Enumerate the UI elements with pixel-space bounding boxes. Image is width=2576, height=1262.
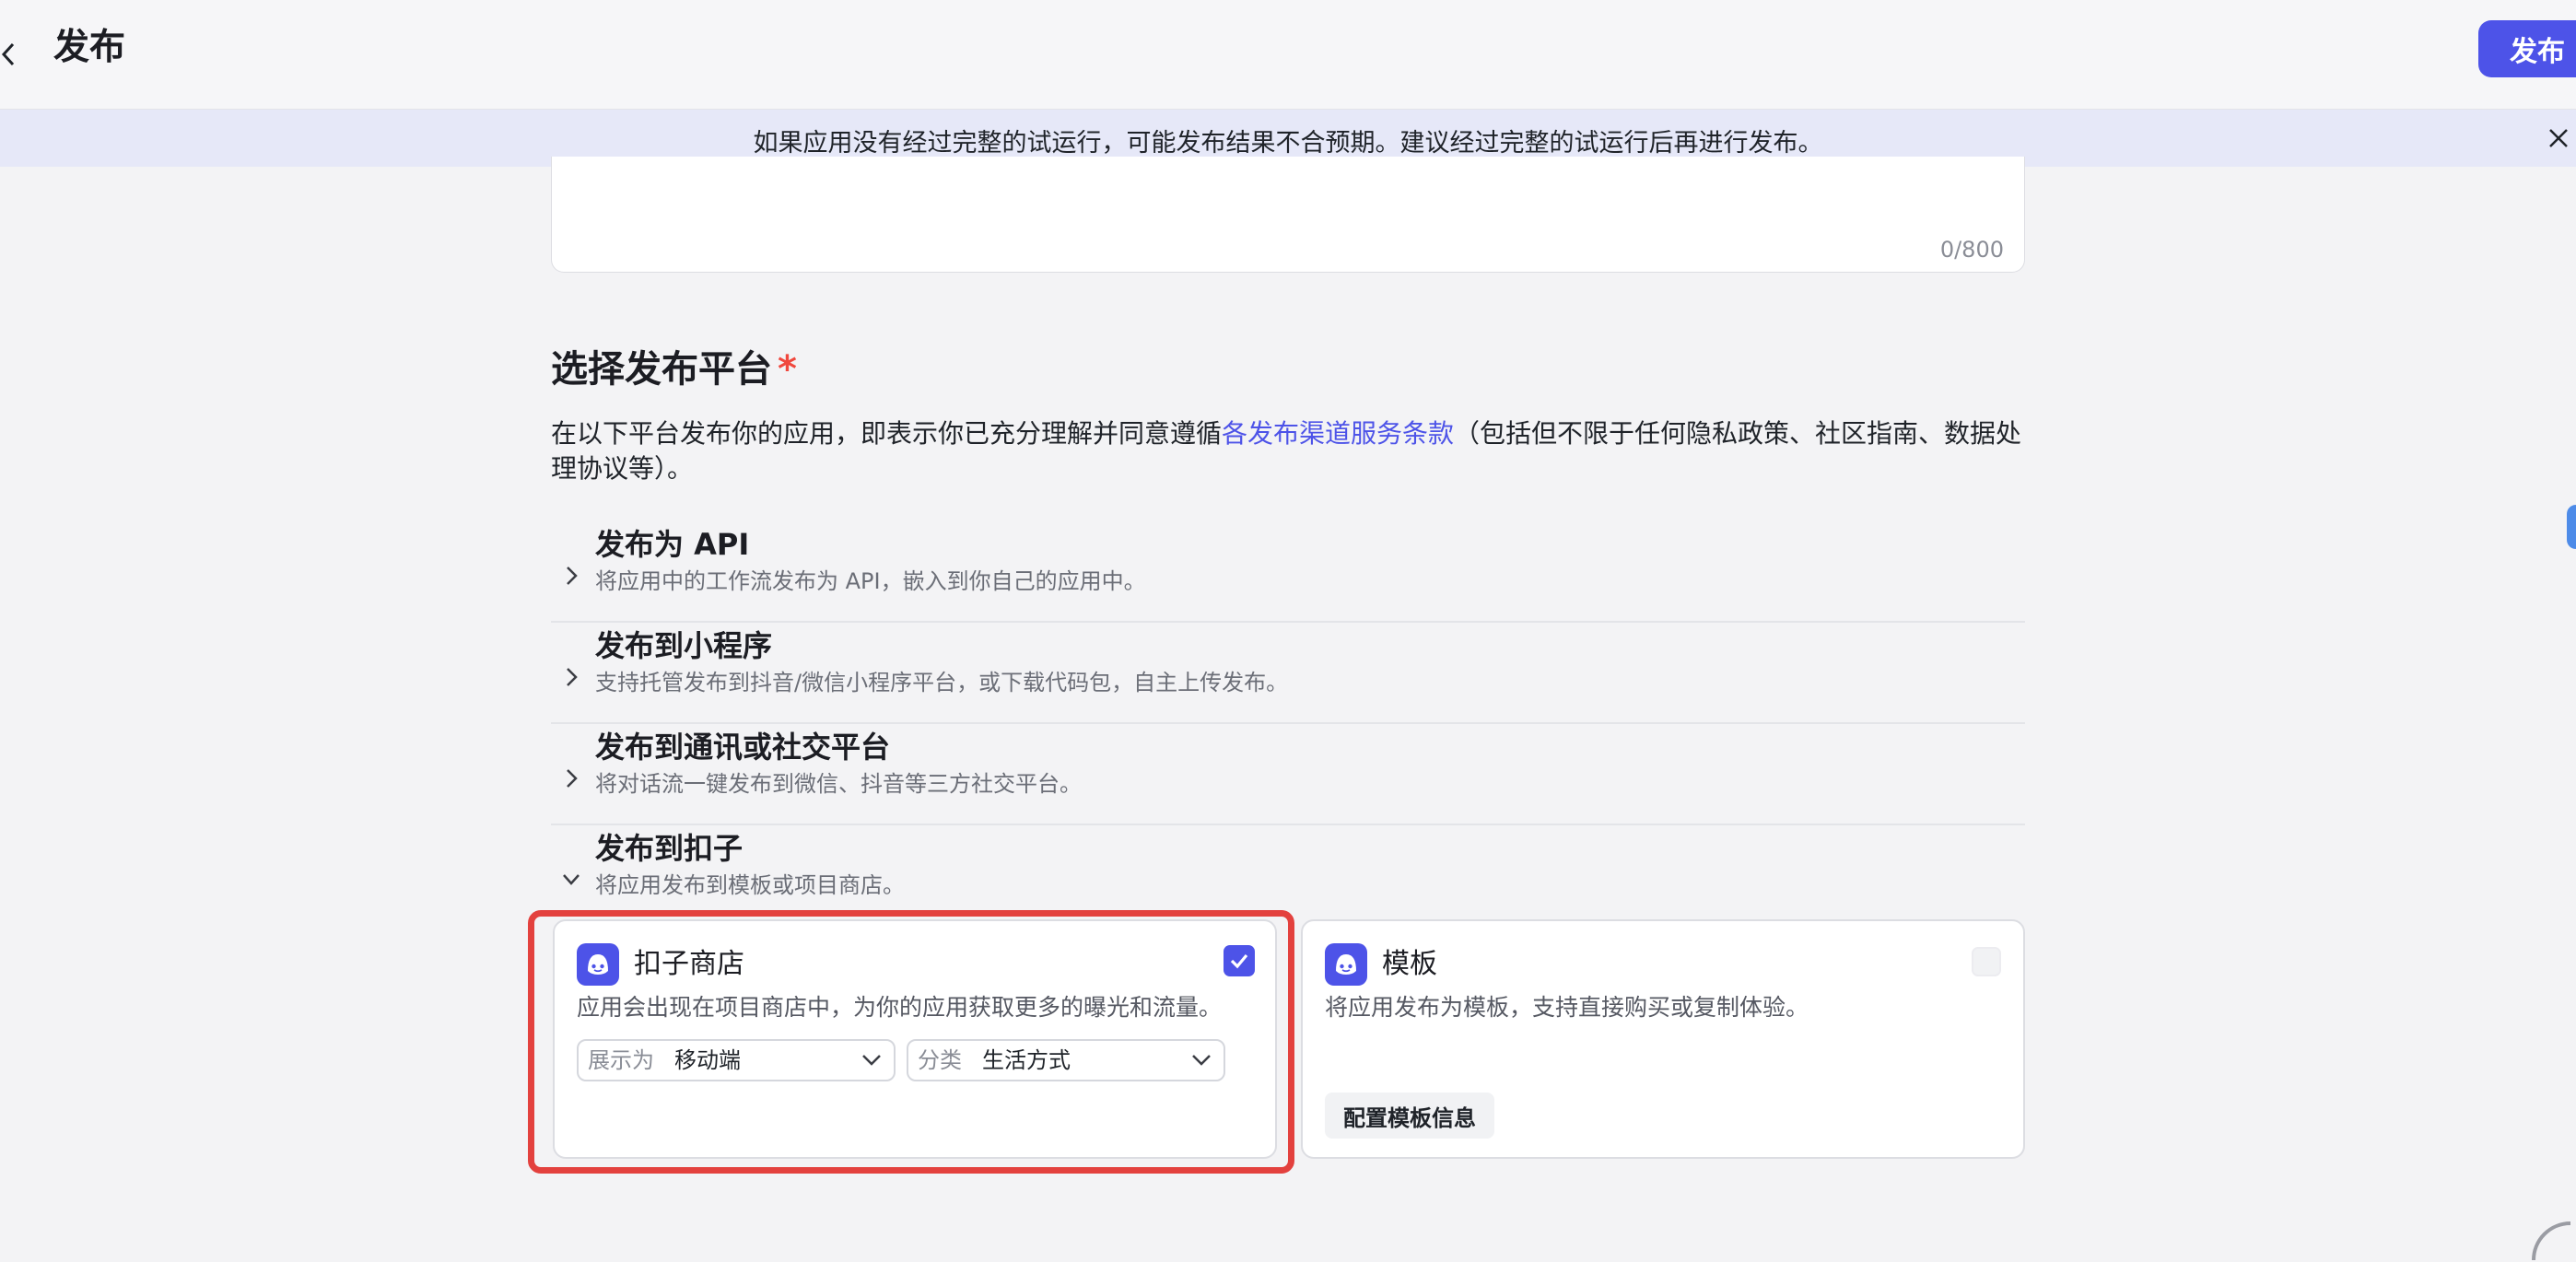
card-desc: 应用会出现在项目商店中，为你的应用获取更多的曝光和流量。: [577, 994, 1223, 1021]
platform-row-title: 发布到通讯或社交平台: [595, 730, 891, 765]
side-float-handle[interactable]: [2567, 505, 2576, 549]
chevron-down-icon: [862, 1055, 881, 1066]
platform-row-desc: 将应用中的工作流发布为 API，嵌入到你自己的应用中。: [595, 568, 1146, 594]
chevron-down-icon: [563, 874, 580, 885]
platform-row-api[interactable]: 发布为 API 将应用中的工作流发布为 API，嵌入到你自己的应用中。: [551, 523, 2025, 623]
publish-button[interactable]: 发布: [2478, 20, 2576, 77]
store-checkbox[interactable]: [1224, 945, 1255, 976]
terms-prefix: 在以下平台发布你的应用，即表示你已充分理解并同意遵循: [551, 418, 1223, 449]
select-label: 展示为: [588, 1047, 654, 1073]
select-value: 生活方式: [982, 1047, 1071, 1073]
coze-logo-icon: [577, 943, 619, 986]
card-title: 扣子商店: [634, 948, 744, 980]
coze-store-card[interactable]: 扣子商店 应用会出现在项目商店中，为你的应用获取更多的曝光和流量。 展示为 移动…: [553, 919, 1277, 1159]
description-textarea[interactable]: 0/800: [551, 157, 2025, 273]
platform-row-miniprogram[interactable]: 发布到小程序 支持托管发布到抖音/微信小程序平台，或下载代码包，自主上传发布。: [551, 625, 2025, 724]
chevron-right-icon: [567, 769, 578, 788]
terms-text: 在以下平台发布你的应用，即表示你已充分理解并同意遵循各发布渠道服务条款（包括但不…: [551, 416, 2025, 486]
platform-row-title: 发布为 API: [595, 527, 750, 562]
platform-row-desc: 将对话流一键发布到微信、抖音等三方社交平台。: [595, 771, 1082, 797]
select-label: 分类: [918, 1047, 962, 1073]
platform-row-desc: 将应用发布到模板或项目商店。: [595, 872, 905, 898]
page-title: 发布: [53, 27, 126, 68]
section-title-text: 选择发布平台: [551, 348, 772, 391]
required-mark: *: [778, 348, 797, 391]
template-card[interactable]: 模板 将应用发布为模板，支持直接购买或复制体验。 配置模板信息: [1301, 919, 2025, 1159]
card-title: 模板: [1382, 948, 1437, 980]
chevron-left-icon[interactable]: [0, 33, 24, 76]
card-desc: 将应用发布为模板，支持直接购买或复制体验。: [1325, 994, 1809, 1021]
section-title: 选择发布平台 *: [551, 339, 797, 392]
config-template-button[interactable]: 配置模板信息: [1325, 1093, 1494, 1139]
corner-scroll-indicator: [2532, 1221, 2571, 1261]
top-header: 发布 发布: [0, 0, 2576, 110]
banner-text: 如果应用没有经过完整的试运行，可能发布结果不合预期。建议经过完整的试运行后再进行…: [753, 129, 1823, 158]
chevron-right-icon: [567, 567, 578, 585]
char-count: 0/800: [1939, 237, 2004, 263]
select-value: 移动端: [674, 1047, 741, 1073]
platform-row-desc: 支持托管发布到抖音/微信小程序平台，或下载代码包，自主上传发布。: [595, 670, 1289, 695]
check-icon: [1230, 953, 1248, 969]
coze-logo-icon: [1325, 943, 1367, 986]
display-select[interactable]: 展示为 移动端: [577, 1039, 896, 1081]
close-icon[interactable]: [2547, 126, 2570, 150]
chevron-down-icon: [1192, 1055, 1211, 1066]
platform-row-social[interactable]: 发布到通讯或社交平台 将对话流一键发布到微信、抖音等三方社交平台。: [551, 726, 2025, 825]
platform-row-coze[interactable]: 发布到扣子 将应用发布到模板或项目商店。: [551, 827, 2025, 927]
platform-row-title: 发布到小程序: [595, 628, 773, 663]
platform-row-title: 发布到扣子: [595, 831, 744, 866]
terms-link[interactable]: 各发布渠道服务条款: [1222, 418, 1454, 449]
chevron-right-icon: [567, 668, 578, 686]
template-checkbox[interactable]: [1972, 947, 2001, 976]
category-select[interactable]: 分类 生活方式: [907, 1039, 1225, 1081]
